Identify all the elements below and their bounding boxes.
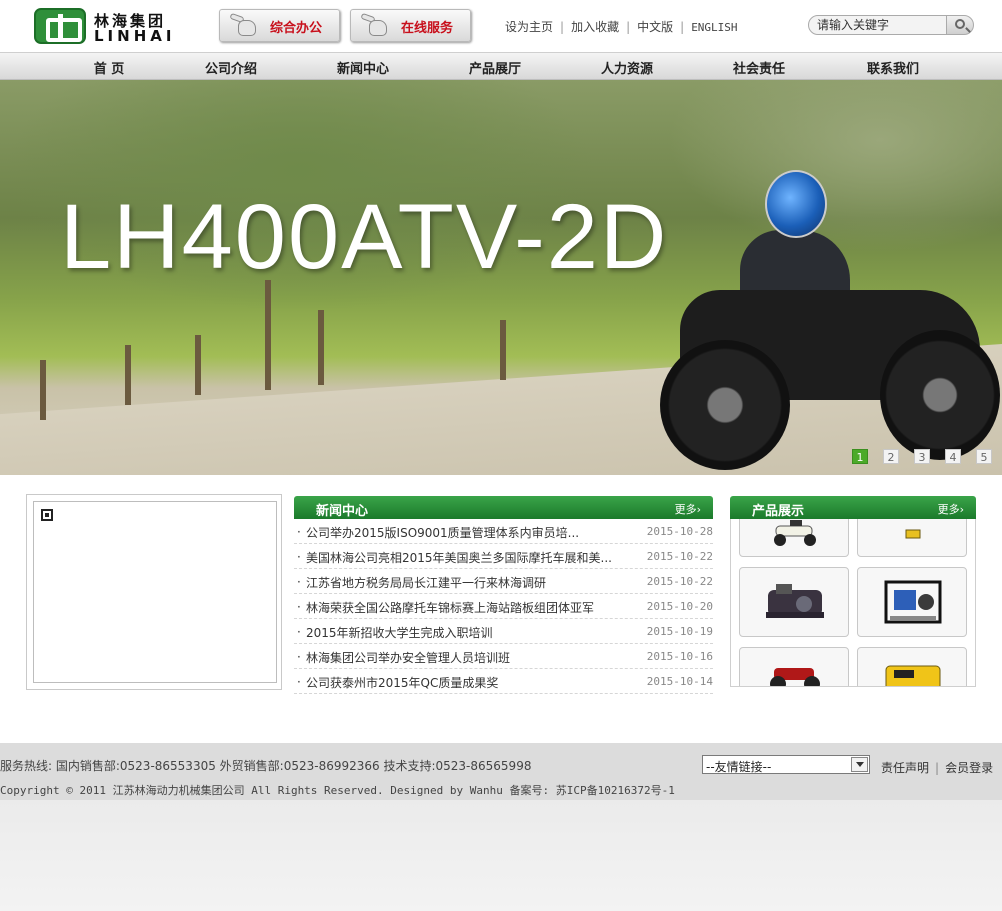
service-hotline: 服务热线: 国内销售部:0523-86553305 外贸销售部:0523-869…: [0, 759, 532, 773]
nav-home[interactable]: 首 页: [59, 58, 159, 77]
office-button-label: 综合办公: [270, 21, 323, 36]
product-item-atv[interactable]: [739, 647, 849, 686]
page-bottom-background: [0, 800, 1002, 911]
friend-links-selected: --友情链接--: [706, 760, 772, 774]
friend-links-select[interactable]: --友情链接--: [702, 755, 870, 774]
news-item[interactable]: · 江苏省地方税务局局长江建平一行来林海调研 2015-10-22: [294, 569, 713, 594]
product-item-scooter[interactable]: [739, 519, 849, 557]
scooter-icon: [774, 520, 816, 546]
news-item-title[interactable]: 林海荣获全国公路摩托车锦标赛上海站踏板组团体亚军: [306, 599, 594, 616]
search-input[interactable]: [808, 15, 948, 35]
news-section-header: 新闻中心 更多›: [294, 496, 713, 519]
video-frame[interactable]: [33, 501, 277, 683]
news-item-title[interactable]: 林海集团公司举办安全管理人员培训班: [306, 649, 510, 666]
engine-icon: [766, 584, 824, 618]
news-item-date: 2015-10-19: [646, 625, 713, 638]
hand-pointer-icon: [228, 12, 262, 38]
nav-about[interactable]: 公司介绍: [181, 58, 281, 77]
water-pump-icon: [884, 580, 942, 624]
news-item-date: 2015-10-22: [646, 550, 713, 563]
atv-icon: [770, 668, 820, 686]
slide-pagination: 1 2 3 4 5: [852, 449, 992, 465]
slide-dot-5[interactable]: 5: [976, 449, 992, 464]
news-item[interactable]: · 林海荣获全国公路摩托车锦标赛上海站踏板组团体亚军 2015-10-20: [294, 594, 713, 619]
main-nav: 首 页 公司介绍 新闻中心 产品展厅 人力资源 社会责任 联系我们: [0, 52, 1002, 80]
disclaimer-link[interactable]: 责任声明: [881, 761, 929, 775]
slide-dot-4[interactable]: 4: [945, 449, 961, 464]
products-scroller[interactable]: [730, 519, 976, 687]
nav-contact[interactable]: 联系我们: [843, 58, 943, 77]
news-item[interactable]: · 公司举办2015版ISO9001质量管理体系内审员培... 2015-10-…: [294, 519, 713, 544]
product-item-engine[interactable]: [739, 567, 849, 637]
hero-banner[interactable]: LH400ATV-2D 1 2 3 4 5: [0, 80, 1002, 475]
news-item-date: 2015-10-22: [646, 575, 713, 588]
banner-atv-image: [640, 170, 1000, 475]
news-item[interactable]: · 美国林海公司亮相2015年美国奥兰多国际摩托车展和美... 2015-10-…: [294, 544, 713, 569]
search-icon: [955, 19, 965, 29]
chevron-down-icon: [851, 757, 868, 772]
online-service-button[interactable]: 在线服务: [350, 9, 471, 42]
top-links: 设为主页 | 加入收藏 | 中文版 | ENGLISH: [505, 20, 738, 34]
slide-dot-3[interactable]: 3: [914, 449, 930, 464]
logo[interactable]: 林海集团 LINHAI: [34, 8, 174, 46]
news-item-title[interactable]: 公司举办2015版ISO9001质量管理体系内审员培...: [306, 524, 579, 541]
helmet-icon: [765, 170, 827, 238]
news-item-title[interactable]: 江苏省地方税务局局长江建平一行来林海调研: [306, 574, 546, 591]
products-section-title: 产品展示: [752, 504, 805, 519]
slide-dot-2[interactable]: 2: [883, 449, 899, 464]
news-item-date: 2015-10-20: [646, 600, 713, 613]
footer-links: 责任声明 | 会员登录: [881, 761, 994, 775]
generator-icon: [905, 529, 921, 539]
english-version-link[interactable]: ENGLISH: [691, 21, 737, 34]
nav-products[interactable]: 产品展厅: [445, 58, 545, 77]
product-item-water-pump[interactable]: [857, 567, 967, 637]
news-item[interactable]: · 公司获泰州市2015年QC质量成果奖 2015-10-14: [294, 669, 713, 694]
news-item[interactable]: · 2015年新招收大学生完成入职培训 2015-10-19: [294, 619, 713, 644]
news-item[interactable]: · 林海集团公司举办安全管理人员培训班 2015-10-16: [294, 644, 713, 669]
products-section-header: 产品展示 更多›: [730, 496, 976, 519]
member-login-link[interactable]: 会员登录: [945, 761, 993, 775]
news-item-title[interactable]: 公司获泰州市2015年QC质量成果奖: [306, 674, 498, 691]
copyright-text: Copyright © 2011 江苏林海动力机械集团公司 All Rights…: [0, 784, 675, 797]
generator-yellow-icon: [885, 665, 941, 686]
product-item-generator[interactable]: [857, 647, 967, 686]
footer: 服务热线: 国内销售部:0523-86553305 外贸销售部:0523-869…: [0, 743, 1002, 800]
products-more-link[interactable]: 更多›: [938, 501, 964, 517]
banner-model-text: LH400ATV-2D: [60, 186, 669, 288]
search-button[interactable]: [946, 15, 974, 35]
add-favorite-link[interactable]: 加入收藏: [571, 20, 619, 34]
search-box: [808, 15, 974, 35]
news-section-title: 新闻中心: [316, 504, 369, 519]
news-item-title[interactable]: 美国林海公司亮相2015年美国奥兰多国际摩托车展和美...: [306, 549, 612, 566]
hand-pointer-icon: [359, 12, 393, 38]
video-box: [26, 494, 282, 690]
office-button[interactable]: 综合办公: [219, 9, 340, 42]
nav-news[interactable]: 新闻中心: [313, 58, 413, 77]
news-more-link[interactable]: 更多›: [675, 501, 701, 517]
nav-social-responsibility[interactable]: 社会责任: [709, 58, 809, 77]
slide-dot-1[interactable]: 1: [852, 449, 868, 464]
logo-mark-icon: [34, 8, 86, 44]
header: 林海集团 LINHAI 综合办公 在线服务 设为主页 | 加入收藏 | 中文版 | ENGL…: [0, 0, 1002, 52]
online-service-button-label: 在线服务: [401, 21, 454, 36]
placeholder-image-icon: [41, 509, 53, 521]
logo-english: LINHAI: [94, 27, 176, 45]
news-list: · 公司举办2015版ISO9001质量管理体系内审员培... 2015-10-…: [294, 519, 713, 694]
product-item-generator-small[interactable]: [857, 519, 967, 557]
news-item-date: 2015-10-16: [646, 650, 713, 663]
news-item-title[interactable]: 2015年新招收大学生完成入职培训: [306, 624, 493, 641]
news-item-date: 2015-10-28: [646, 525, 713, 538]
set-homepage-link[interactable]: 设为主页: [505, 20, 553, 34]
chinese-version-link[interactable]: 中文版: [637, 20, 673, 34]
news-item-date: 2015-10-14: [646, 675, 713, 688]
nav-hr[interactable]: 人力资源: [577, 58, 677, 77]
